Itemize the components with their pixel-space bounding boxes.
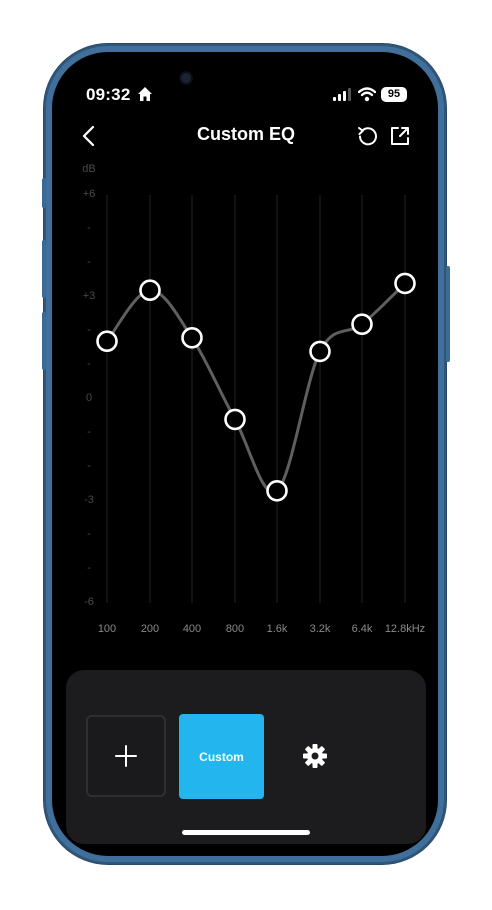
eq-curve-plot[interactable]	[0, 0, 492, 650]
eq-band-handle-6.4k[interactable]	[351, 313, 373, 336]
home-indicator	[182, 830, 310, 835]
eq-band-handle-3.2k[interactable]	[309, 340, 331, 363]
eq-band-handle-200[interactable]	[139, 279, 161, 302]
frequency-tick-label: 100	[97, 623, 117, 635]
frequency-tick-label: 400	[182, 623, 202, 635]
frequency-tick-label: 3.2k	[309, 623, 331, 635]
frequency-tick-label: 200	[140, 623, 160, 635]
eq-band-handle-100[interactable]	[96, 330, 118, 353]
eq-band-handle-400[interactable]	[181, 326, 203, 349]
frequency-tick-label: 12.8kHz	[384, 623, 426, 635]
frequency-tick-label: 800	[225, 623, 245, 635]
custom-preset-button[interactable]: Custom	[179, 714, 264, 799]
plus-icon	[115, 745, 137, 767]
add-preset-button[interactable]	[86, 715, 166, 797]
eq-band-handle-12.8kHz[interactable]	[394, 272, 416, 295]
eq-band-handle-800[interactable]	[224, 408, 246, 431]
eq-band-handle-1.6k[interactable]	[266, 479, 288, 502]
frequency-tick-label: 6.4k	[351, 623, 373, 635]
gear-icon[interactable]	[302, 743, 328, 769]
equalizer-chart: dB +6- - +3- -0- - -3- - -6 100 200 400 800 1.6k 3.2…	[0, 0, 492, 650]
frequency-tick-label: 1.6k	[266, 623, 288, 635]
